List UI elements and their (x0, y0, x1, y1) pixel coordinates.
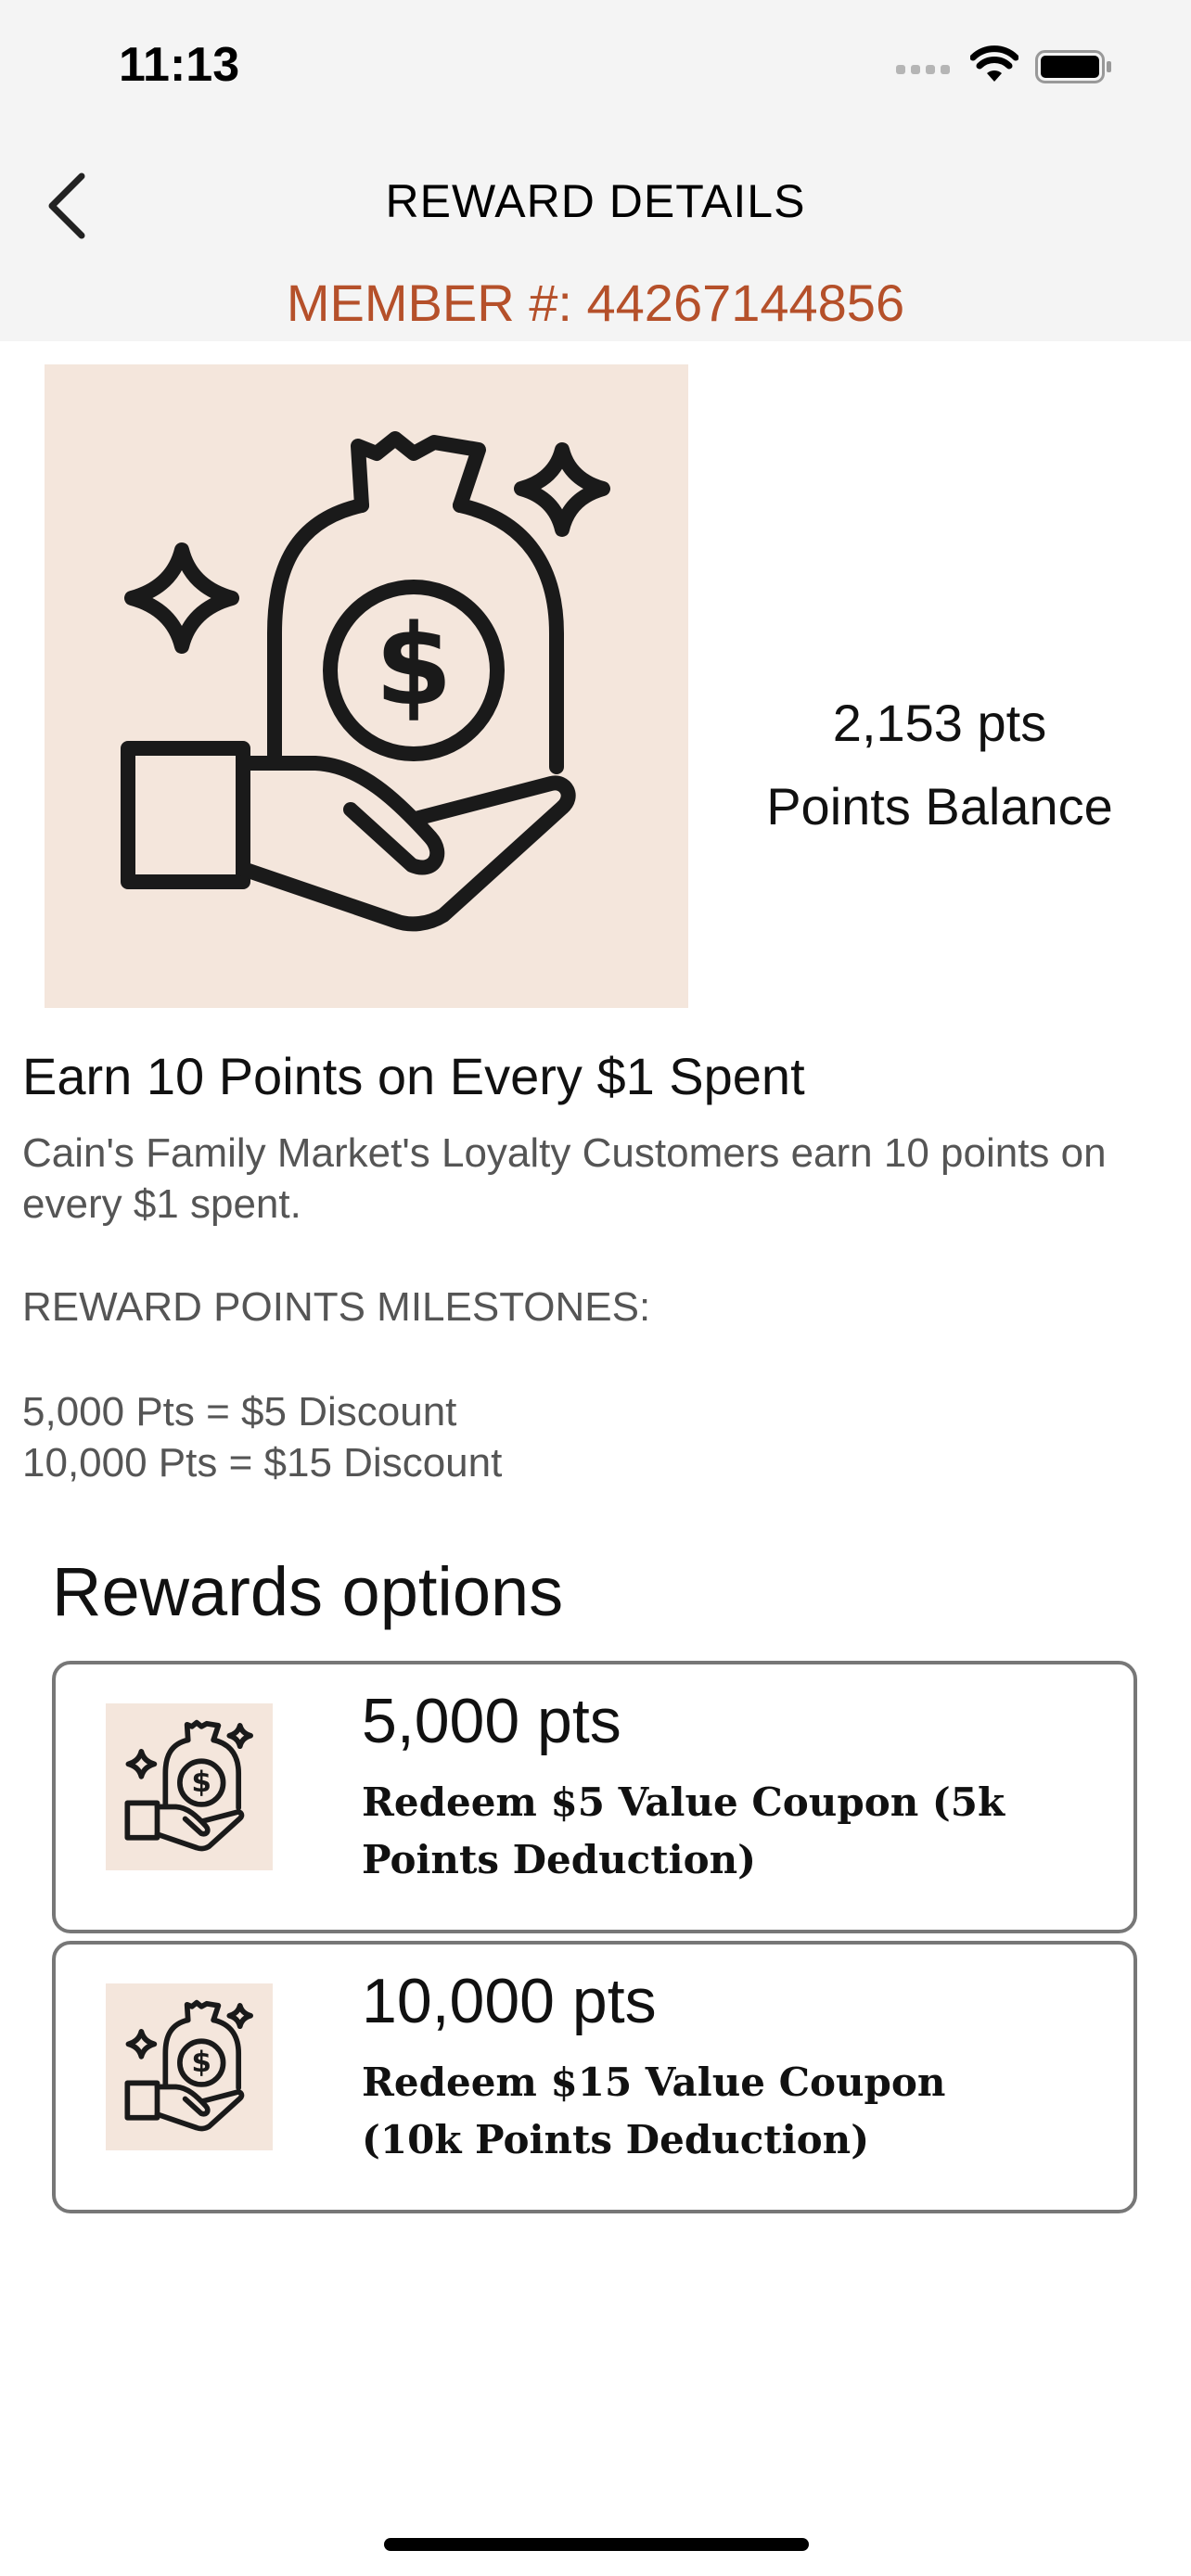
reward-option-points: 5,000 pts (362, 1686, 621, 1756)
balance-points: 2,153 pts (832, 694, 1047, 752)
reward-option-points: 10,000 pts (362, 1966, 657, 2036)
reward-option-thumbnail: $ (106, 1703, 273, 1870)
rewards-options-title: Rewards options (52, 1553, 564, 1630)
page-title: REWARD DETAILS (385, 175, 806, 227)
reward-image: $ (45, 364, 688, 1008)
member-number: MEMBER #: 44267144856 (286, 274, 905, 332)
status-time: 11:13 (119, 38, 240, 92)
reward-option-card[interactable]: $ 5,000 pts Redeem $5 Value Coupon (5k P… (52, 1661, 1137, 1933)
balance-label: Points Balance (766, 777, 1113, 835)
milestone-item: 5,000 Pts = $5 Discount (22, 1389, 457, 1435)
battery-icon (1035, 50, 1111, 83)
milestone-item: 10,000 Pts = $15 Discount (22, 1440, 503, 1486)
home-indicator[interactable] (384, 2538, 809, 2551)
money-bag-hand-icon: $ (124, 1719, 253, 1852)
svg-text:$: $ (191, 2046, 211, 2079)
milestones-title: REWARD POINTS MILESTONES: (22, 1284, 651, 1330)
money-bag-hand-icon: $ (124, 1999, 253, 2132)
reward-description: Cain's Family Market's Loyalty Customers… (22, 1130, 1107, 1227)
wifi-icon (970, 45, 1018, 82)
money-bag-hand-icon: $ (121, 431, 610, 932)
member-bar: MEMBER #: 44267144856 (0, 269, 1191, 341)
milestones-list: 5,000 Pts = $5 Discount 10,000 Pts = $15… (22, 1386, 502, 1488)
reward-option-thumbnail: $ (106, 1983, 273, 2150)
svg-text:$: $ (191, 1766, 211, 1799)
cellular-signal-icon (896, 65, 952, 76)
reward-option-description: Redeem $5 Value Coupon (5k Points Deduct… (362, 1779, 1005, 1882)
svg-text:$: $ (375, 602, 453, 731)
reward-option-card[interactable]: $ 10,000 pts Redeem $15 Value Coupon (10… (52, 1941, 1137, 2213)
reward-title: Earn 10 Points on Every $1 Spent (22, 1047, 805, 1105)
status-bar: 11:13 (0, 0, 1191, 132)
status-icons (896, 45, 1113, 89)
nav-bar: REWARD DETAILS (0, 132, 1191, 269)
points-balance: 2,153 pts Points Balance (688, 682, 1191, 848)
reward-option-description: Redeem $15 Value Coupon (10k Points Dedu… (362, 2060, 946, 2162)
